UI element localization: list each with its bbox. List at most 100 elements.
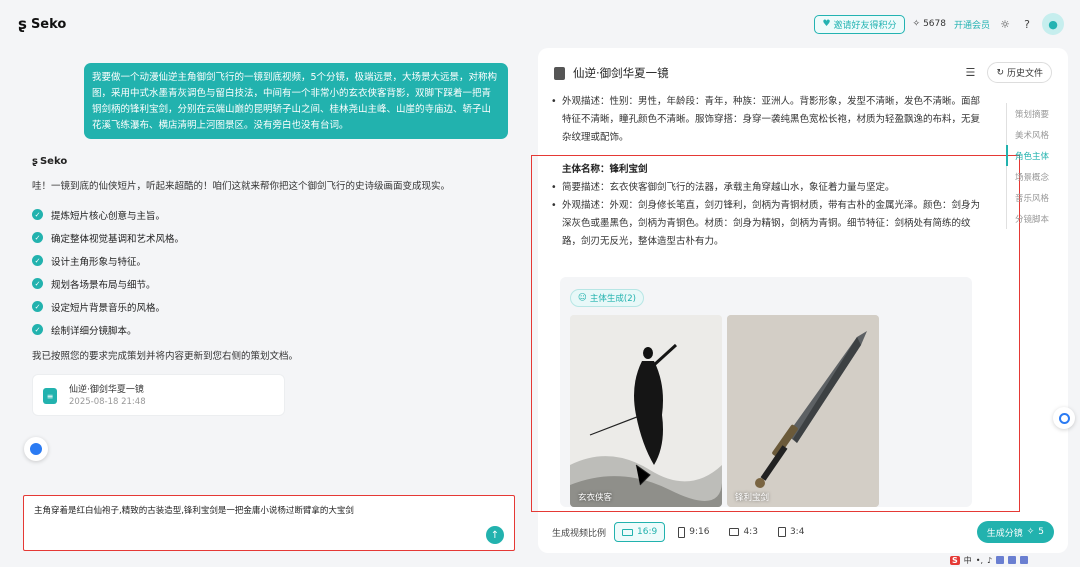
arrow-up-icon: ↑: [490, 529, 500, 541]
portrait-icon: [777, 527, 786, 537]
panel-title: 仙逆·御剑华夏一镜: [554, 65, 669, 81]
points-value: 5678: [923, 19, 946, 29]
top-right-actions: ♥ 邀请好友得积分 ✧ 5678 开通会员 ☼ ? ●: [814, 13, 1064, 35]
diamond-icon: ✧: [1026, 527, 1035, 537]
bronze-sword-illustration: [727, 315, 879, 507]
history-icon: ↻: [996, 67, 1004, 78]
panel-title-text: 仙逆·御剑华夏一镜: [573, 66, 669, 80]
user-icon: ●: [1048, 17, 1058, 31]
ime-lang[interactable]: 中: [964, 555, 972, 566]
outline-icon[interactable]: ☰: [963, 66, 977, 80]
document-outline: 策划摘要 美术风格 角色主体 场景概念 音乐风格 分镜脚本: [1006, 103, 1066, 229]
ai-intro-text: 哇！一镜到底的仙侠短片，听起来超酷的！咱们这就来帮你把这个御剑飞行的史诗级画面变…: [32, 181, 451, 192]
generated-image-sword[interactable]: 锋利宝剑: [727, 315, 879, 507]
ratio-label: 生成视频比例: [552, 528, 607, 539]
list-item: ✓ 提炼短片核心创意与主旨。: [32, 203, 184, 226]
assistant-float-button[interactable]: [24, 437, 48, 461]
appearance-description-character: 外观描述：性别：男性，年龄段：青年，种族：亚洲人。背影形象，发型不清晰，发色不清…: [548, 93, 988, 147]
document-card-time: 2025-08-18 21:48: [69, 397, 146, 407]
generation-toolbar: 生成视频比例 16:9 9:16 4:3 3:4 生成分镜 ✧ 5: [538, 520, 1058, 544]
ratio-label-4-3: 4:3: [743, 527, 758, 537]
landscape-icon: [622, 528, 634, 536]
help-icon[interactable]: ?: [1020, 17, 1034, 31]
document-icon: ≡: [43, 388, 57, 404]
outline-item-active[interactable]: 角色主体: [1006, 145, 1066, 166]
history-button[interactable]: ↻ 历史文件: [987, 62, 1052, 83]
subject-generation-tag[interactable]: ☺ 主体生成(2): [570, 289, 644, 307]
generate-label: 生成分镜: [986, 528, 1023, 539]
step-label: 规划各场景布局与细节。: [51, 279, 156, 291]
step-label: 设计主角形象与特征。: [51, 256, 147, 268]
document-card-title: 仙逆·御剑华夏一镜: [69, 385, 144, 395]
ai-sender: ʂ Seko: [32, 156, 67, 167]
document-icon: [554, 66, 565, 80]
check-icon: ✓: [32, 278, 43, 289]
ratio-4-3[interactable]: 4:3: [722, 522, 764, 542]
step-label: 绘制详细分镜脚本。: [51, 325, 137, 337]
list-item: ✓ 确定整体视觉基调和艺术风格。: [32, 226, 184, 249]
subject-title: 主体名称：锋利宝剑: [562, 164, 648, 175]
plan-document-panel: 仙逆·御剑华夏一镜 ☰ ↻ 历史文件 外观描述：性别：男性，年龄段：青年，种族：…: [538, 48, 1068, 553]
ratio-3-4[interactable]: 3:4: [771, 522, 811, 542]
punctuation-icon[interactable]: •,: [976, 556, 983, 565]
outline-item[interactable]: 分镜脚本: [1006, 208, 1066, 229]
ratio-label-3-4: 3:4: [789, 527, 805, 537]
plan-steps: ✓ 提炼短片核心创意与主旨。 ✓ 确定整体视觉基调和艺术风格。 ✓ 设计主角形象与特征…: [32, 203, 184, 341]
image-label: 玄衣侠客: [578, 493, 613, 503]
document-card[interactable]: ≡ 仙逆·御剑华夏一镜 2025-08-18 21:48: [32, 374, 285, 416]
history-label: 历史文件: [1006, 69, 1043, 79]
step-label: 设定短片背景音乐的风格。: [51, 302, 166, 314]
subject-generation-box: ☺ 主体生成(2) 玄衣侠客 锋利宝剑: [560, 277, 972, 507]
invite-button[interactable]: ♥ 邀请好友得积分: [814, 14, 905, 34]
panel-actions: ☰ ↻ 历史文件: [963, 62, 1052, 83]
ai-sender-name: Seko: [39, 156, 68, 167]
points-display[interactable]: ✧ 5678: [913, 19, 946, 29]
ratio-9-16[interactable]: 9:16: [671, 522, 716, 542]
step-label: 提炼短片核心创意与主旨。: [51, 210, 166, 222]
landscape-icon: [729, 528, 740, 536]
list-item: ✓ 设定短片背景音乐的风格。: [32, 295, 184, 318]
list-item: ✓ 设计主角形象与特征。: [32, 249, 184, 272]
step-label: 确定整体视觉基调和艺术风格。: [51, 233, 185, 245]
generate-storyboard-button[interactable]: 生成分镜 ✧ 5: [976, 521, 1054, 543]
list-item: ✓ 规划各场景布局与细节。: [32, 272, 184, 295]
ratio-label-16-9: 16:9: [637, 527, 658, 537]
check-icon: ✓: [32, 209, 43, 220]
theme-toggle-icon[interactable]: ☼: [998, 17, 1012, 31]
outline-item[interactable]: 策划摘要: [1006, 103, 1066, 124]
send-button[interactable]: ↑: [486, 526, 504, 544]
gift-icon: ♥: [822, 19, 831, 29]
assistant-icon: [1058, 412, 1070, 424]
subject-generation-label: 主体生成(2): [589, 294, 636, 304]
portrait-icon: [678, 526, 686, 538]
list-item: ✓ 绘制详细分镜脚本。: [32, 318, 184, 341]
ai-done-text: 我已按照您的要求完成策划并将内容更新到您右侧的策划文档。: [32, 351, 299, 362]
avatar[interactable]: ●: [1042, 13, 1064, 35]
ink-swordsman-illustration: [570, 315, 722, 507]
check-icon: ✓: [32, 324, 43, 335]
check-icon: ✓: [32, 255, 43, 266]
user-message-bubble: 我要做一个动漫仙逆主角御剑飞行的一镜到底视频，5个分镜，极端远景，大场景大远景，…: [84, 63, 508, 139]
generated-image-character[interactable]: 玄衣侠客: [570, 315, 722, 507]
outline-item[interactable]: 场景概念: [1006, 166, 1066, 187]
ime-tray: S 中 •, ♪: [950, 553, 1080, 567]
ratio-16-9[interactable]: 16:9: [614, 522, 666, 542]
member-link[interactable]: 开通会员: [954, 18, 990, 31]
invite-label: 邀请好友得积分: [833, 20, 897, 31]
brand-name: Seko: [30, 16, 67, 32]
keyboard-icon[interactable]: [996, 556, 1005, 564]
ime-logo[interactable]: S: [950, 555, 960, 565]
top-bar: ʂ Seko ♥ 邀请好友得积分 ✧ 5678 开通会员 ☼ ? ●: [0, 0, 1080, 48]
brand-logo[interactable]: ʂ Seko: [18, 15, 66, 33]
assistant-float-button-right[interactable]: [1053, 407, 1075, 429]
outline-item[interactable]: 美术风格: [1006, 124, 1066, 145]
mic-icon[interactable]: ♪: [987, 556, 992, 565]
seko-logo-icon: ʂ: [18, 15, 27, 33]
toolbox-icon[interactable]: [1020, 556, 1029, 564]
image-label: 锋利宝剑: [735, 493, 770, 503]
skin-icon[interactable]: [1008, 556, 1017, 564]
chat-input[interactable]: 主角穿着是红白仙袍子,精致的古装造型,锋利宝剑是一把金庸小说杨过断臂拿的大宝剑 …: [23, 495, 515, 551]
ratio-label-9-16: 9:16: [689, 527, 710, 537]
outline-item[interactable]: 音乐风格: [1006, 187, 1066, 208]
generate-cost: 5: [1038, 527, 1044, 537]
